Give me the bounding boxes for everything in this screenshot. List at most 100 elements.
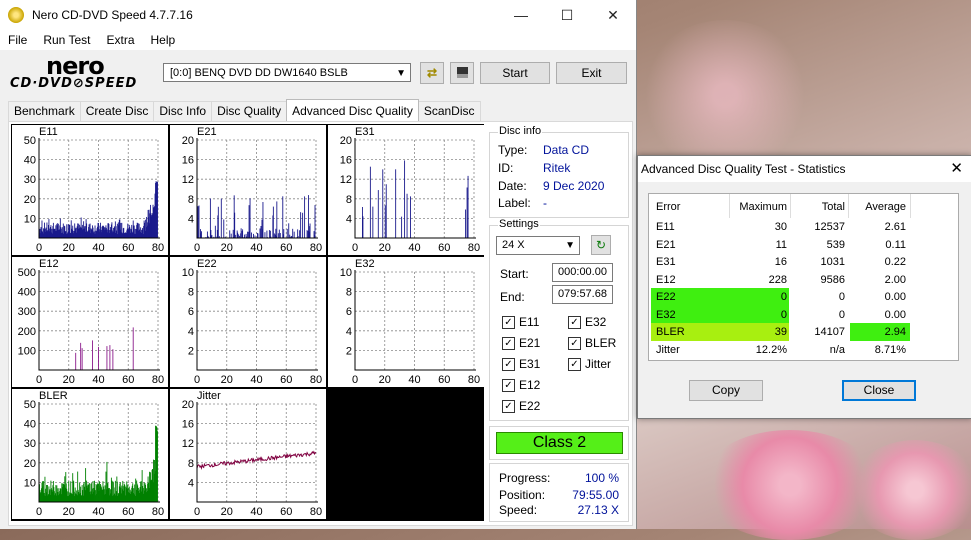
y-tick-label: 50	[24, 135, 36, 147]
y-tick-label: 4	[188, 213, 194, 225]
stats-average: 0.00	[884, 291, 906, 303]
chart-e31: E31 4 8 12 16 20 0 20 40 60 80	[328, 125, 484, 255]
start-input[interactable]: 000:00.00	[552, 263, 613, 282]
dialog-title: Advanced Disc Quality Test - Statistics	[641, 162, 846, 176]
checkbox-e32[interactable]: ✓ E32	[568, 315, 606, 329]
date-value: 9 Dec 2020	[543, 179, 605, 193]
refresh-speed-button[interactable]: ↻	[591, 235, 611, 255]
stats-total: n/a	[829, 343, 845, 356]
x-tick-label: 40	[250, 506, 262, 518]
end-input[interactable]: 079:57.68	[552, 285, 613, 304]
disc-info-title: Disc info	[498, 125, 543, 137]
stats-row-2: E31 16 1031 0.22	[649, 253, 958, 271]
checkbox-e21[interactable]: ✓ E21	[502, 336, 540, 350]
checkbox-jitter[interactable]: ✓ Jitter	[568, 357, 611, 371]
speed-select[interactable]: 24 X ▼	[496, 236, 580, 255]
speed-select-value: 24 X	[502, 239, 525, 251]
y-tick-label: 8	[346, 194, 352, 206]
x-tick-label: 40	[250, 242, 262, 254]
y-tick-label: 8	[188, 458, 194, 470]
tab-advanced-disc-quality[interactable]: Advanced Disc Quality	[286, 99, 419, 122]
close-button[interactable]: ✕	[590, 0, 636, 30]
stats-error: BLER	[656, 326, 685, 338]
id-value: Ritek	[543, 161, 571, 175]
stats-error: E22	[656, 291, 676, 303]
y-tick-label: 2	[346, 345, 352, 357]
x-tick-label: 80	[468, 374, 480, 386]
x-tick-label: 40	[92, 506, 104, 518]
stats-maximum: 39	[774, 326, 787, 338]
chevron-down-icon: ▼	[565, 240, 575, 251]
tab-disc-quality[interactable]: Disc Quality	[211, 101, 288, 121]
check-icon: ✓	[568, 315, 581, 329]
stats-row-5: E32 0 0 0.00	[649, 306, 958, 324]
checkbox-e12[interactable]: ✓ E12	[502, 378, 540, 392]
date-label: Date:	[498, 179, 527, 193]
check-icon: ✓	[502, 399, 515, 413]
x-tick-label: 20	[221, 242, 233, 254]
tab-create-disc[interactable]: Create Disc	[79, 101, 155, 121]
stats-total: 1031	[820, 256, 845, 268]
chart-jitter: Jitter 4 8 12 16 20 0 20 40 60 80	[170, 389, 326, 519]
copy-button[interactable]: Copy	[689, 380, 763, 401]
y-tick-label: 6	[346, 306, 352, 318]
stats-error: E32	[656, 308, 676, 321]
statistics-table: Error Maximum Total Average E11 30 12537 2.…	[648, 193, 959, 361]
x-tick-label: 80	[468, 242, 480, 254]
y-tick-label: 10	[182, 267, 194, 279]
menu-extra[interactable]: Extra	[98, 33, 142, 47]
maximize-button[interactable]: ☐	[544, 0, 590, 30]
stats-row-7: Jitter 12.2% n/a 8.71%	[649, 341, 958, 359]
chart-bler: BLER 10 20 30 40 50 0 20 40 60 80	[12, 389, 168, 519]
save-button[interactable]	[450, 62, 474, 84]
menu-file[interactable]: File	[0, 33, 35, 47]
stats-total: 539	[826, 238, 845, 251]
menu-help[interactable]: Help	[143, 33, 184, 47]
checkbox-e31[interactable]: ✓ E31	[502, 357, 540, 371]
y-tick-label: 12	[182, 174, 194, 186]
stats-total: 0	[838, 308, 845, 321]
stats-total: 0	[838, 291, 845, 303]
tab-disc-info[interactable]: Disc Info	[153, 101, 213, 121]
axes	[38, 270, 160, 371]
x-tick-label: 80	[152, 506, 164, 518]
checkbox-bler[interactable]: ✓ BLER	[568, 336, 616, 350]
header-maximum: Maximum	[739, 201, 787, 213]
axes	[38, 138, 160, 239]
minimize-button[interactable]: —	[498, 0, 544, 30]
y-tick-label: 2	[188, 345, 194, 357]
menu-run-test[interactable]: Run Test	[35, 33, 98, 47]
x-tick-label: 60	[122, 374, 134, 386]
x-tick-label: 0	[194, 374, 200, 386]
drive-select[interactable]: [0:0] BENQ DVD DD DW1640 BSLB ▼	[163, 63, 411, 82]
tab-scandisc[interactable]: ScanDisc	[417, 101, 481, 121]
x-tick-label: 20	[221, 506, 233, 518]
label-label: Label:	[498, 196, 531, 210]
stats-row-4: E22 0 0 0.00	[649, 288, 958, 306]
title-bar: Nero CD-DVD Speed 4.7.7.16 — ☐ ✕	[0, 0, 636, 30]
dialog-close-button[interactable]: Close	[842, 380, 916, 401]
x-tick-label: 40	[92, 374, 104, 386]
tab-benchmark[interactable]: Benchmark	[8, 101, 81, 121]
start-button[interactable]: Start	[480, 62, 550, 84]
y-tick-label: 20	[340, 135, 352, 147]
dialog-close-icon[interactable]: ✕	[950, 156, 963, 182]
header-average: Average	[865, 201, 906, 213]
x-tick-label: 0	[36, 506, 42, 518]
chart-e21: E21 4 8 12 16 20 0 20 40 60 80	[170, 125, 326, 255]
stats-average: 0.11	[885, 238, 906, 251]
check-icon: ✓	[568, 357, 581, 371]
refresh-drive-button[interactable]: ⇄	[420, 62, 444, 84]
x-tick-label: 0	[352, 374, 358, 386]
y-tick-label: 20	[182, 399, 194, 411]
x-tick-label: 20	[221, 374, 233, 386]
checkbox-e11[interactable]: ✓ E11	[502, 315, 539, 329]
logo-cd-dvd-speed: CD·DVD⊘SPEED	[10, 76, 138, 91]
y-tick-label: 10	[24, 477, 36, 489]
settings-group: Settings 24 X ▼ ↻ Start: 000:00.00 End: …	[489, 218, 629, 421]
checkbox-e22[interactable]: ✓ E22	[502, 399, 540, 413]
exit-button[interactable]: Exit	[556, 62, 627, 84]
y-tick-label: 20	[24, 458, 36, 470]
x-tick-label: 20	[63, 506, 75, 518]
y-tick-label: 30	[24, 438, 36, 450]
